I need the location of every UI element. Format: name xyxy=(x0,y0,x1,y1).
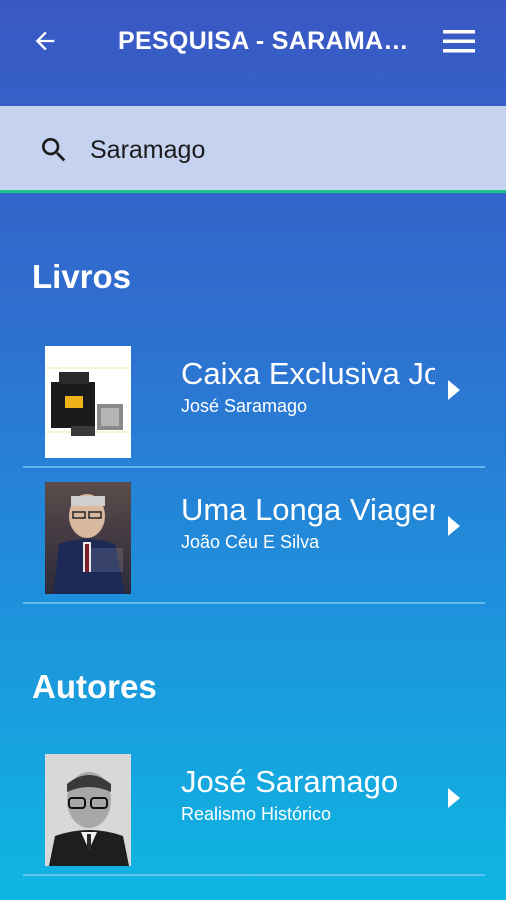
book-cover xyxy=(45,346,131,458)
book-cover xyxy=(45,482,131,594)
book-list-item[interactable]: Uma Longa Viagem com José Saramago João … xyxy=(23,466,485,604)
author-genre: Realismo Histórico xyxy=(181,804,332,824)
book-author: João Céu E Silva xyxy=(181,532,320,552)
chevron-right-icon xyxy=(448,788,460,808)
search-bar xyxy=(0,106,506,193)
book-title: Caixa Exclusiva José Saramago xyxy=(181,356,435,391)
chevron-right-icon xyxy=(448,516,460,536)
arrow-back-icon xyxy=(35,31,55,51)
chevron-right-icon xyxy=(448,380,460,400)
author-name: José Saramago xyxy=(181,764,399,799)
book-title: Uma Longa Viagem com José Saramago xyxy=(181,492,435,527)
back-button[interactable] xyxy=(28,24,62,58)
hamburger-menu-icon xyxy=(443,30,475,53)
search-input[interactable] xyxy=(90,130,470,170)
menu-button[interactable] xyxy=(440,24,478,58)
section-title-authors: Autores xyxy=(32,668,157,705)
section-title-books: Livros xyxy=(32,258,132,295)
author-photo xyxy=(45,754,131,866)
page-title: PESQUISA - SARAMAGO xyxy=(118,27,418,55)
search-icon[interactable] xyxy=(38,134,70,166)
book-list-item[interactable]: Caixa Exclusiva José Saramago José Saram… xyxy=(23,330,485,468)
book-author: José Saramago xyxy=(181,396,308,416)
author-list-item[interactable]: José Saramago Realismo Histórico xyxy=(23,738,485,876)
app-bar: PESQUISA - SARAMAGO xyxy=(0,0,506,106)
